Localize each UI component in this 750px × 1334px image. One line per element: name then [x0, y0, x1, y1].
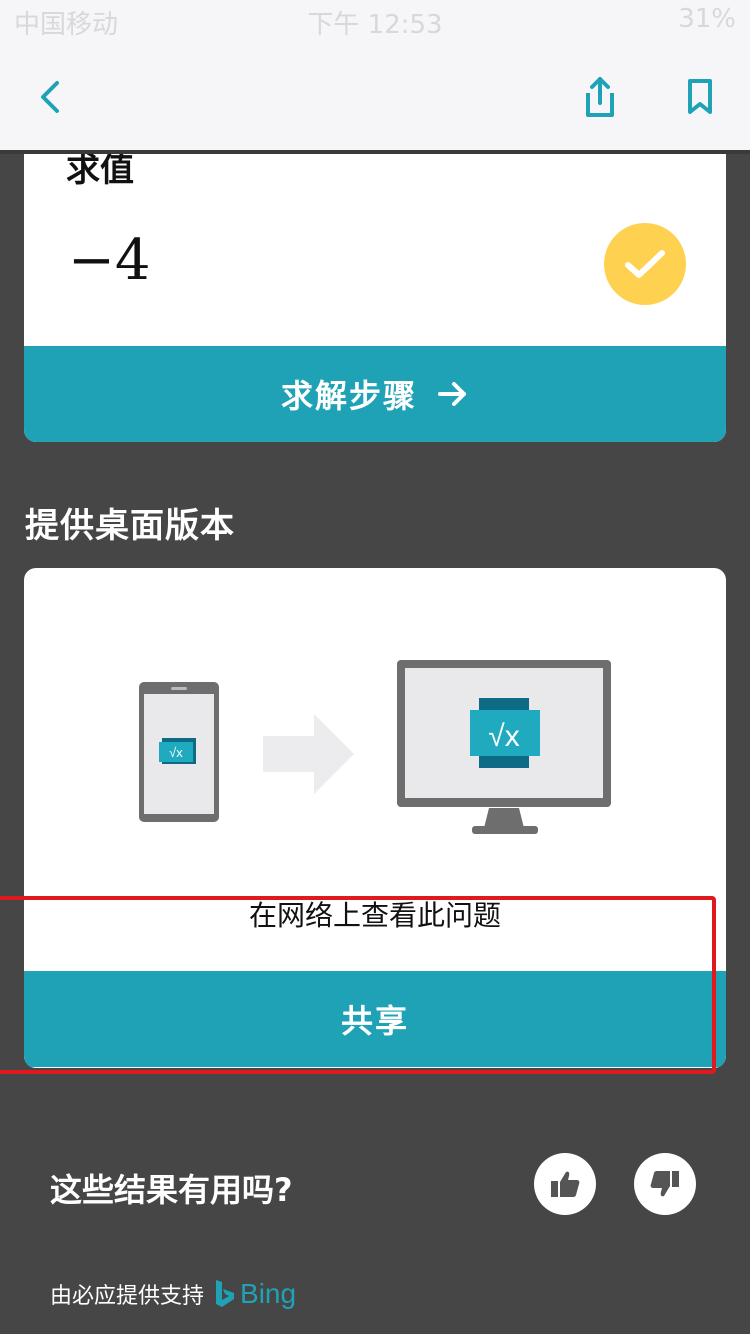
result-card: 求值 −4 求解步骤 [24, 154, 726, 442]
bing-icon [216, 1280, 235, 1307]
bookmark-button[interactable] [675, 72, 725, 122]
highlight-annotation [0, 896, 716, 1074]
back-button[interactable] [25, 72, 75, 122]
clock: 下午 12:53 [307, 10, 443, 40]
checkmark-icon [625, 250, 665, 278]
thumbs-down-icon [650, 1171, 679, 1197]
monitor-icon: √x [397, 660, 611, 834]
feedback-question: 这些结果有用吗? [50, 1171, 293, 1209]
svg-text:√x: √x [169, 745, 183, 760]
solve-steps-button[interactable]: 求解步骤 [24, 346, 726, 442]
bookmark-icon [688, 79, 712, 114]
solve-steps-label: 求解步骤 [280, 377, 417, 415]
answer-value: −4 [68, 228, 151, 293]
bing-logo: Bing [214, 1278, 296, 1310]
powered-by-label: 由必应提供支持 [50, 1284, 205, 1309]
thumbs-up-icon [551, 1171, 580, 1197]
correct-badge [604, 223, 686, 305]
thumbs-down-button[interactable] [634, 1153, 696, 1215]
phone-to-desktop-illustration: √x √x [139, 660, 611, 834]
transfer-arrow-icon [263, 714, 354, 794]
result-type-label: 求值 [66, 154, 134, 190]
phone-icon: √x [139, 682, 219, 822]
svg-text:√x: √x [488, 720, 519, 753]
arrow-right-icon [437, 380, 469, 408]
thumbs-up-button[interactable] [534, 1153, 596, 1215]
status-bar: 中国移动 下午 12:53 31% [0, 0, 750, 40]
chevron-left-icon [41, 81, 59, 113]
powered-by: 由必应提供支持 Bing [50, 1278, 296, 1310]
share-icon [586, 77, 614, 117]
battery-level: 31% [678, 4, 736, 34]
desktop-section-title: 提供桌面版本 [25, 506, 235, 546]
bing-brand-text: Bing [240, 1278, 297, 1309]
navigation-bar [0, 40, 750, 150]
share-button[interactable] [575, 72, 625, 122]
